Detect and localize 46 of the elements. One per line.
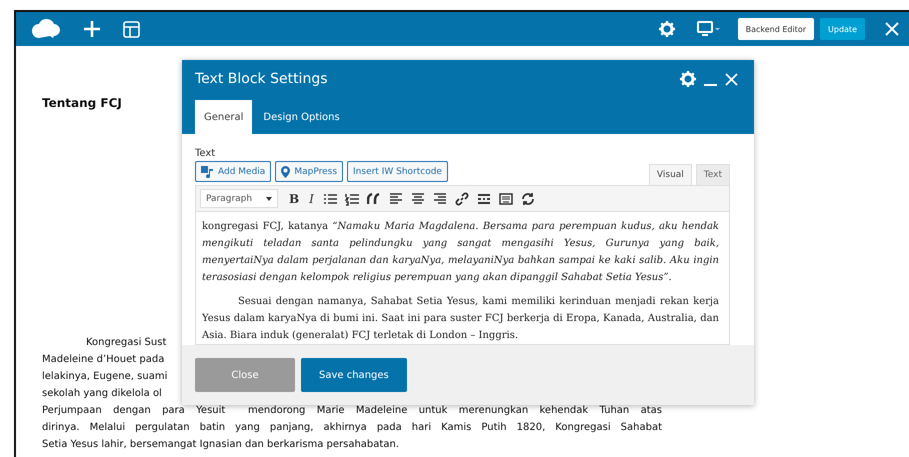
cloud-logo-icon[interactable] [31, 18, 61, 40]
dialog-title: Text Block Settings [195, 71, 329, 87]
caret-icon [266, 196, 272, 200]
media-button[interactable]: MapPress [275, 161, 344, 182]
media-icon [201, 166, 214, 178]
media-button[interactable]: Add Media [195, 161, 272, 182]
paragraph-line: lelakinya, Eugene, suami [42, 370, 168, 384]
plus-icon[interactable] [83, 20, 101, 38]
paragraph-line: Madeleine d’Houet pada [42, 353, 164, 367]
refresh-icon[interactable] [520, 192, 535, 206]
layout-icon[interactable] [123, 20, 140, 38]
paragraph-line: Setia Yesus lahir, bersemangat Ignasian dan berkarisma persahabatan. [42, 438, 399, 452]
editor-tab[interactable]: Text [696, 164, 730, 185]
quote-icon[interactable] [366, 192, 381, 206]
save-button[interactable]: Save changes [301, 358, 407, 392]
paragraph-line: sekolah yang dikelola ol [42, 387, 162, 401]
align-left-icon[interactable] [388, 192, 403, 206]
update-button[interactable]: Update [820, 18, 865, 40]
media-button[interactable]: Insert IW Shortcode [347, 161, 448, 182]
backend-editor-button[interactable]: Backend Editor [738, 18, 814, 40]
dialog-tab[interactable]: General [195, 100, 252, 134]
more-icon[interactable] [476, 192, 491, 206]
bold-button[interactable]: B [288, 192, 300, 206]
link-icon[interactable] [454, 192, 469, 206]
dialog-tab[interactable]: Design Options [254, 100, 349, 134]
bullets-icon[interactable] [322, 192, 337, 206]
pin-icon [281, 166, 290, 178]
monitor-dropdown-icon[interactable] [696, 21, 721, 37]
italic-button[interactable]: I [308, 192, 315, 206]
align-center-icon[interactable] [410, 192, 425, 206]
paragraph-line: Kongregasi Sust [85, 336, 166, 350]
editor-tab[interactable]: Visual [648, 164, 692, 185]
close-icon[interactable] [885, 22, 899, 36]
format-dropdown[interactable]: Paragraph [200, 189, 278, 208]
numbers-icon[interactable] [344, 192, 359, 206]
close-icon[interactable] [725, 72, 738, 86]
settings-icon[interactable] [680, 71, 696, 87]
keyboard-icon[interactable] [498, 192, 513, 206]
section-heading: Tentang FCJ [42, 96, 123, 110]
paragraph-line: Perjumpaan dengan para Yesuit mendorong Marie Madeleine untuk merenungkan kehendak Tuhan atas [42, 404, 662, 418]
field-label: Text [195, 148, 216, 159]
editor-paragraph: kongregasi FCJ, katanya “Namaku Maria Magdalena. Bersama para perempuan kudus, aku hendak mengikuti teladan santa pelindungku yang sangat mengasihi Yesus, Gurunya yang baik, menyertaiNya dalam perjalanan dan karyaNya, melayaniNya bahkan sampai ke kaki salib. Aku ingin terasosiasi dengan kelompok religius perempuan yang akan dipanggil Sahabat Setia Yesus”. [202, 220, 719, 285]
paragraph-line: dirinya. Melalui pergulatan batin yang panjang, akhirnya pada hari Kamis Putih 1820, Kongregasi Sahabat [42, 421, 662, 435]
editor-paragraph: Sesuai dengan namanya, Sahabat Setia Yesus, kami memiliki kerinduan menjadi rekan kerja Yesus dalam karyaNya di bumi ini. Saat ini para suster FCJ berkerja di Eropa, Kanada, Australia, dan Asia. Biara induk (generalat) FCJ terletak di London – Inggris. [202, 295, 719, 343]
settings-icon[interactable] [658, 21, 675, 37]
align-right-icon[interactable] [432, 192, 447, 206]
